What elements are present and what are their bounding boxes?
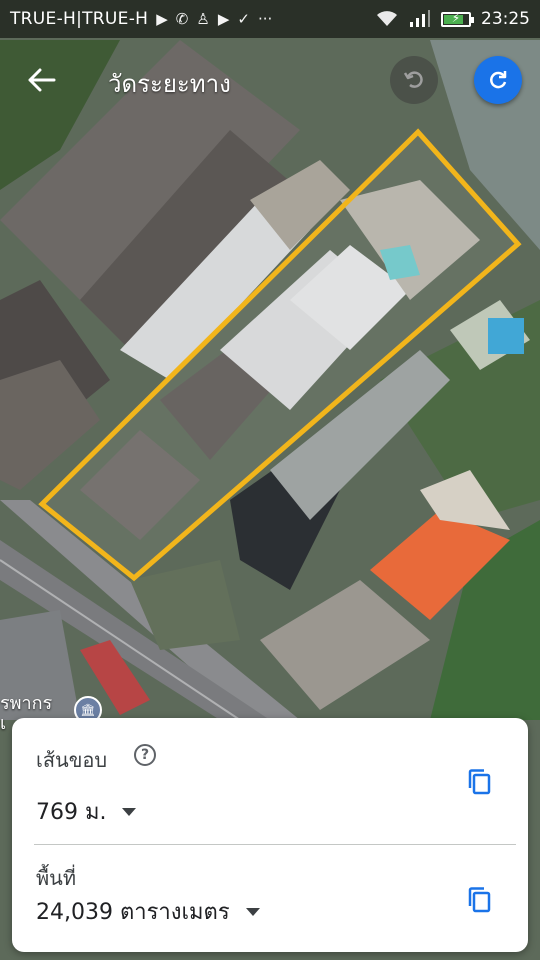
phone-icon: ✆ (175, 10, 189, 28)
perimeter-value: 769 ม. (36, 800, 107, 825)
copy-icon (468, 887, 491, 913)
check-icon: ✓ (237, 10, 250, 28)
refresh-button[interactable] (474, 56, 522, 104)
building-columns-icon: 🏛 (80, 703, 96, 717)
measurement-card: เส้นขอบ ? 769 ม. พื้นที่ 24,039 ตารางเมต… (12, 718, 528, 952)
map-place-label-line1: รพากร (0, 693, 53, 714)
notification-icons: ▶ ✆ ♙ ▶ ✓ ··· (156, 10, 272, 28)
copy-perimeter-button[interactable] (460, 762, 500, 802)
help-icon[interactable]: ? (134, 744, 156, 766)
battery-icon: ⚡ (441, 10, 474, 27)
more-dots-icon: ··· (257, 10, 273, 28)
wifi-icon (377, 11, 397, 26)
dropdown-arrow-icon (122, 807, 137, 816)
screen: TRUE-H|TRUE-H ▶ ✆ ♙ ▶ ✓ ··· ⚡ 23:25 วัดร… (0, 0, 540, 960)
youtube-icon: ▶ (217, 10, 230, 28)
undo-icon (403, 71, 423, 88)
charging-icon: ⚡ (451, 10, 461, 25)
area-unit-dropdown[interactable]: 24,039 ตารางเมตร (36, 894, 260, 929)
status-bar: TRUE-H|TRUE-H ▶ ✆ ♙ ▶ ✓ ··· ⚡ 23:25 (0, 0, 540, 38)
status-right: ⚡ 23:25 (375, 9, 530, 29)
youtube-icon: ▶ (156, 10, 168, 28)
copy-area-button[interactable] (460, 880, 500, 920)
arrow-left-icon (28, 68, 56, 92)
carrier-label: TRUE-H|TRUE-H (10, 9, 149, 29)
bag-icon: ♙ (196, 10, 210, 28)
clock: 23:25 (481, 9, 530, 29)
perimeter-label: เส้นขอบ (36, 748, 108, 772)
signal-icon (410, 10, 430, 27)
page-title: วัดระยะทาง (108, 70, 231, 98)
refresh-icon (490, 71, 507, 89)
copy-icon (468, 769, 491, 795)
area-label: พื้นที่ (36, 866, 77, 890)
undo-button[interactable] (390, 56, 438, 104)
divider (34, 844, 516, 845)
app-bar: วัดระยะทาง (0, 38, 540, 124)
back-button[interactable] (22, 58, 62, 102)
dropdown-arrow-icon (245, 907, 260, 916)
perimeter-unit-dropdown[interactable]: 769 ม. (36, 794, 137, 829)
area-value: 24,039 ตารางเมตร (36, 900, 230, 925)
